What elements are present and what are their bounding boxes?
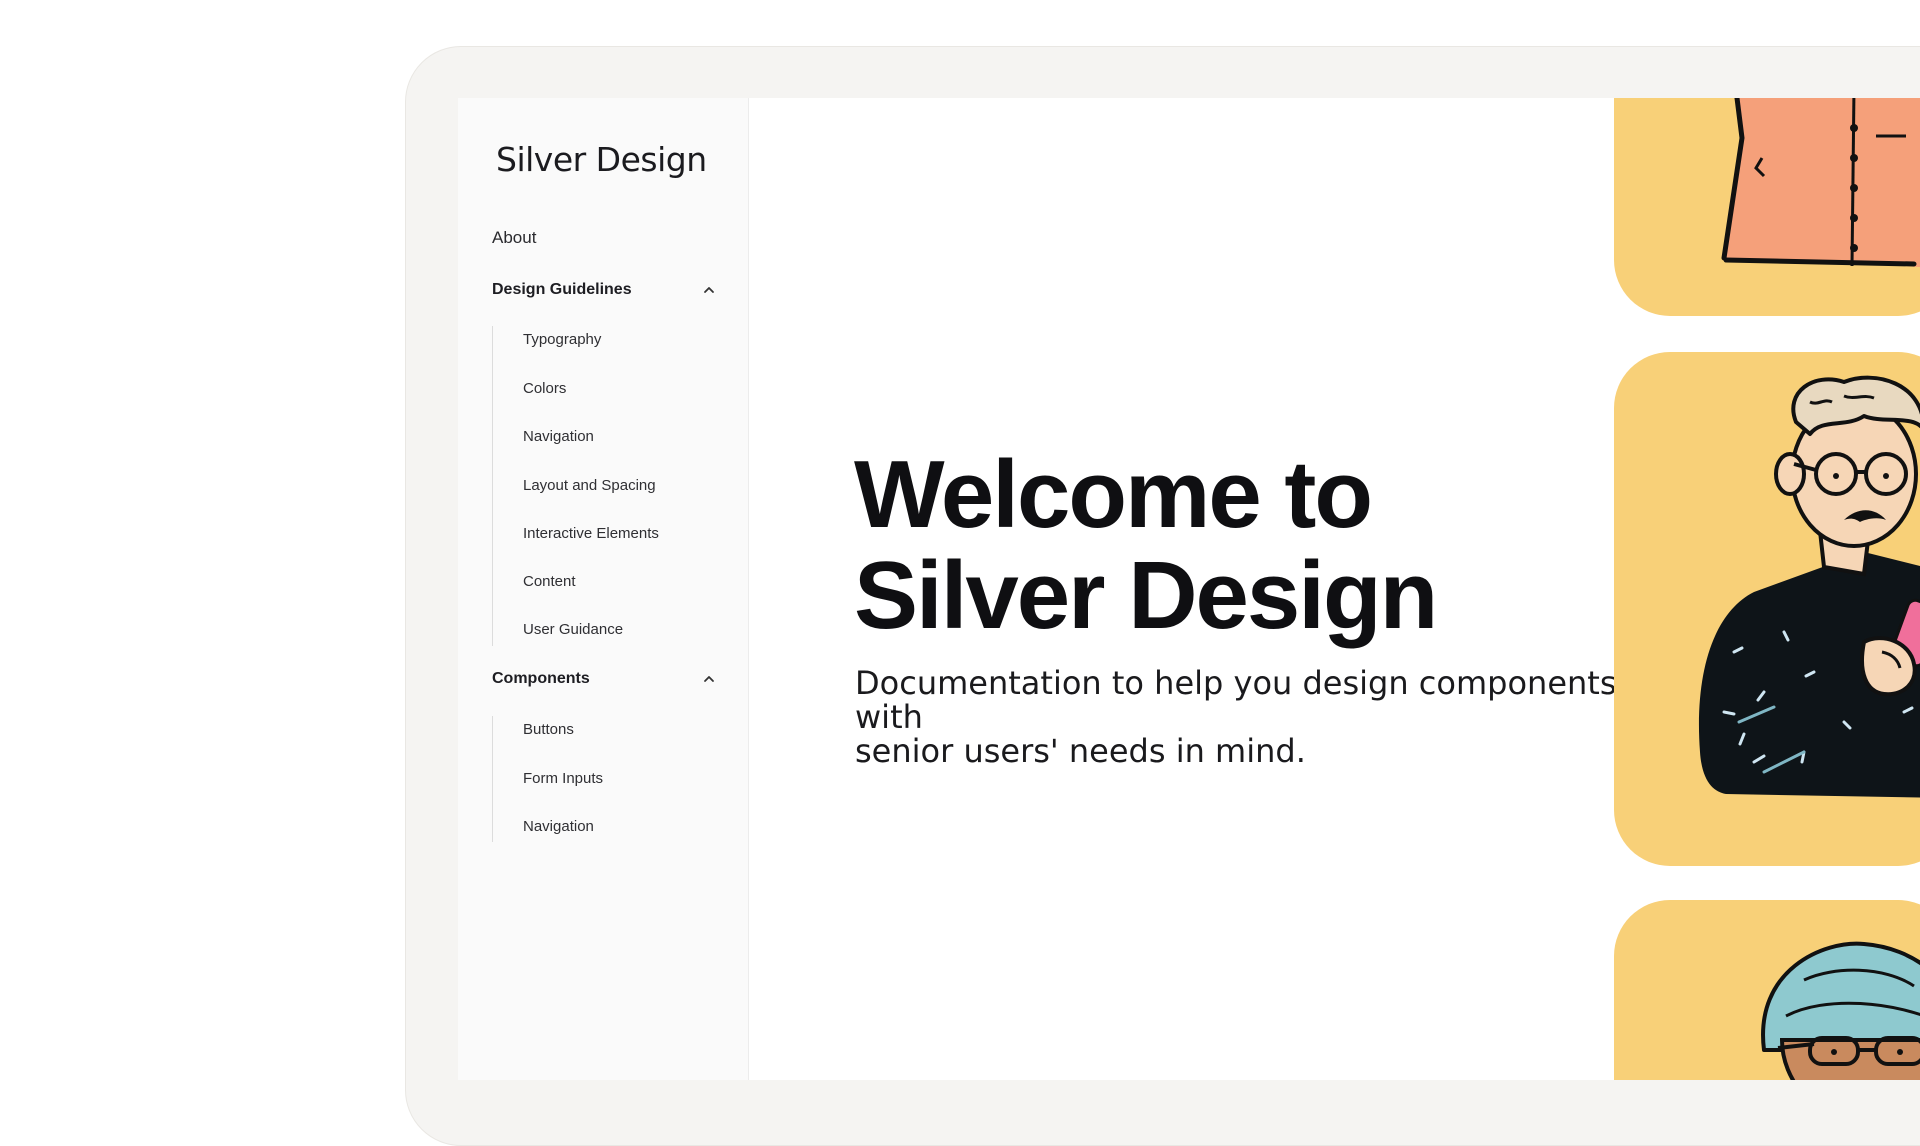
- nav-item-user-guidance[interactable]: User Guidance: [523, 621, 623, 638]
- nav-section-design-guidelines[interactable]: Design Guidelines: [492, 281, 716, 299]
- illustration-card-bottom: [1614, 900, 1920, 1080]
- page-subtitle-line-1: Documentation to help you design compone…: [855, 664, 1617, 736]
- site-logo[interactable]: Silver Design: [496, 140, 707, 179]
- nav-item-components-navigation[interactable]: Navigation: [523, 818, 594, 835]
- page-title: Welcome to Silver Design: [854, 441, 1438, 649]
- page-subtitle-line-2: senior users' needs in mind.: [855, 732, 1306, 770]
- app-screen: Silver Design About Design Guidelines Ty…: [458, 98, 1920, 1080]
- illustration-orange-shirt: [1721, 98, 1920, 268]
- nav-item-colors[interactable]: Colors: [523, 380, 566, 397]
- page-subtitle: Documentation to help you design compone…: [855, 666, 1655, 768]
- nav-link-about[interactable]: About: [492, 228, 536, 248]
- nav-section-label: Components: [492, 670, 590, 687]
- nav-item-buttons[interactable]: Buttons: [523, 721, 574, 738]
- chevron-up-icon: [704, 287, 714, 293]
- nav-section-components[interactable]: Components: [492, 670, 716, 688]
- components-list: Buttons Form Inputs Navigation: [492, 716, 603, 842]
- sidebar: Silver Design About Design Guidelines Ty…: [458, 98, 749, 1080]
- illustration-man-with-turban: [1761, 941, 1920, 1080]
- illustration-card-top: [1614, 98, 1920, 316]
- nav-item-layout-and-spacing[interactable]: Layout and Spacing: [523, 477, 656, 494]
- nav-item-typography[interactable]: Typography: [523, 331, 601, 348]
- nav-section-label: Design Guidelines: [492, 281, 632, 298]
- nav-item-form-inputs[interactable]: Form Inputs: [523, 770, 603, 787]
- page-title-line-2: Silver Design: [854, 542, 1438, 649]
- illustration-older-man-with-phone: [1699, 375, 1920, 798]
- page-title-line-1: Welcome to: [854, 441, 1373, 548]
- design-guidelines-list: Typography Colors Navigation Layout and …: [492, 326, 659, 646]
- nav-item-navigation[interactable]: Navigation: [523, 428, 594, 445]
- chevron-up-icon: [704, 676, 714, 682]
- nav-item-interactive-elements[interactable]: Interactive Elements: [523, 525, 659, 542]
- illustration-card-middle: [1614, 352, 1920, 866]
- nav-item-content[interactable]: Content: [523, 573, 576, 590]
